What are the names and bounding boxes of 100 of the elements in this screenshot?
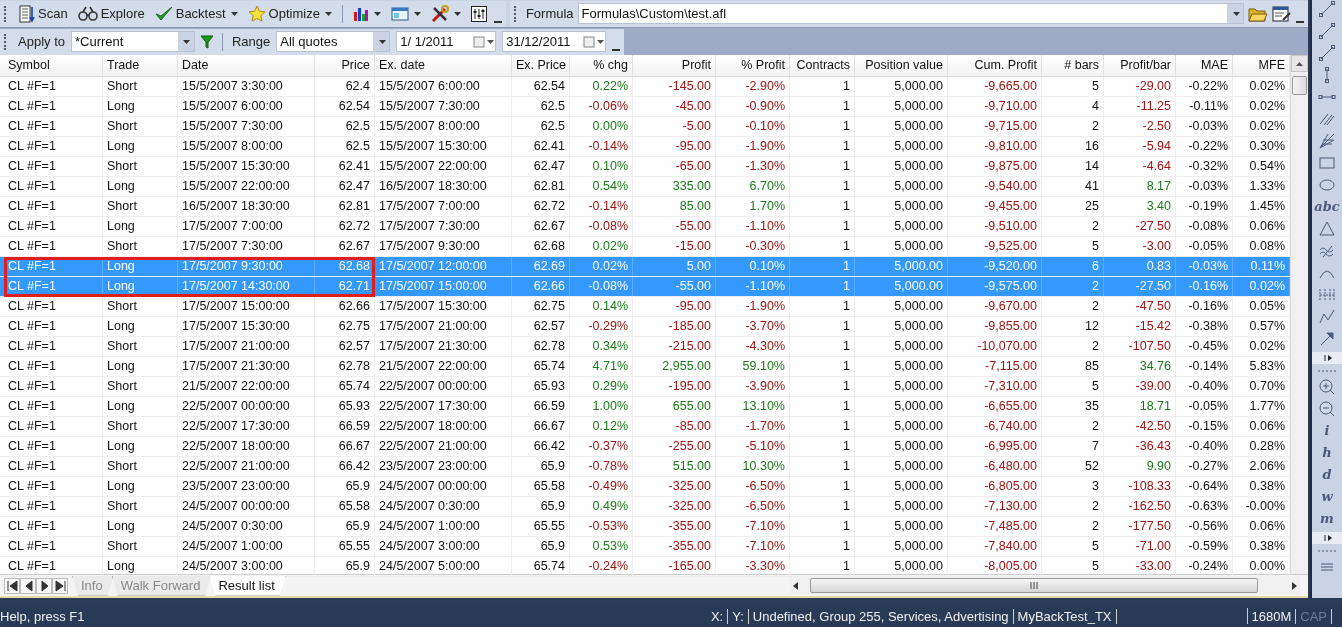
- table-row[interactable]: CL #F=1 Long 24/5/2007 0:30:00 65.9 24/5/2007 1:00:00 65.55 -0.53% -355.00 -7.10% 1 5,000.00 -7,485.00 2 -177.50 -0.56% 0.06%: [0, 517, 1290, 537]
- filter-icon[interactable]: [201, 34, 213, 49]
- table-row[interactable]: CL #F=1 Long 17/5/2007 15:30:00 62.75 17/5/2007 21:00:00 62.57 -0.29% -185.00 -3.70% 1 5,000.00 -9,855.00 12 -15.42 -0.38% 0.57%: [0, 317, 1290, 337]
- checkmark-icon: [154, 5, 173, 22]
- folder-icon[interactable]: [1248, 5, 1268, 22]
- table-row[interactable]: CL #F=1 Short 22/5/2007 21:00:00 66.42 23/5/2007 23:00:00 65.9 -0.78% 515.00 10.30% 1 5,000.00 -6,480.00 52 9.90 -0.27% 2.06%: [0, 457, 1290, 477]
- toolbar-button[interactable]: Scan: [16, 2, 71, 25]
- table-row[interactable]: CL #F=1 Long 15/5/2007 22:00:00 62.47 16/5/2007 18:30:00 62.81 0.54% 335.00 6.70% 1 5,000.00 -9,540.00 41 8.17 -0.03% 1.33%: [0, 177, 1290, 197]
- table-cell: CL #F=1: [4, 77, 103, 96]
- line-tool-icon[interactable]: [1318, 44, 1336, 62]
- horizontal-scrollbar[interactable]: [790, 577, 1300, 594]
- scroll-up-button[interactable]: [1291, 55, 1308, 72]
- column-header[interactable]: Profit: [633, 55, 716, 76]
- sheet-nav-button[interactable]: [20, 577, 36, 594]
- caret-icon[interactable]: [373, 11, 381, 16]
- calendar-icon[interactable]: [473, 35, 496, 48]
- drawing-tool[interactable]: d: [1322, 466, 1332, 484]
- table-row[interactable]: CL #F=1 Short 15/5/2007 15:30:00 62.41 15/5/2007 22:00:00 62.47 0.10% -65.00 -1.30% 1 5,000.00 -9,875.00 14 -4.64 -0.32% 0.54%: [0, 157, 1290, 177]
- table-row[interactable]: CL #F=1 Long 15/5/2007 8:00:00 62.5 15/5/2007 15:30:00 62.41 -0.14% -95.00 -1.90% 1 5,000.00 -9,810.00 16 -5.94 -0.22% 0.30%: [0, 137, 1290, 157]
- table-row[interactable]: CL #F=1 Short 16/5/2007 18:30:00 62.81 17/5/2007 7:00:00 62.72 -0.14% 85.00 1.70% 1 5,000.00 -9,455.00 25 3.40 -0.19% 1.45%: [0, 197, 1290, 217]
- toolbar-button[interactable]: Explore: [74, 3, 148, 24]
- table-row[interactable]: CL #F=1 Short 22/5/2007 17:30:00 66.59 22/5/2007 18:00:00 66.67 0.12% -85.00 -1.70% 1 5,000.00 -6,740.00 2 -42.50 -0.15% 0.06%: [0, 417, 1290, 437]
- caret-icon[interactable]: [378, 39, 386, 44]
- ellipse-icon[interactable]: [1318, 176, 1336, 194]
- table-row[interactable]: CL #F=1 Long 23/5/2007 23:00:00 65.9 24/5/2007 00:00:00 65.58 -0.49% -325.00 -6.50% 1 5,000.00 -6,805.00 3 -108.33 -0.64% 0.38%: [0, 477, 1290, 497]
- table-cell: 0.54%: [570, 177, 633, 196]
- table-cell: 5,000.00: [855, 437, 948, 456]
- line-tool-icon[interactable]: [1318, 22, 1336, 40]
- scroll-thumb[interactable]: [1292, 76, 1307, 95]
- column-header[interactable]: Trade: [103, 55, 178, 76]
- drawing-tool[interactable]: abc: [1314, 198, 1340, 216]
- from-date-field[interactable]: 1/ 1/2011: [396, 31, 497, 52]
- column-header[interactable]: Symbol: [4, 55, 103, 76]
- sheet-nav-button[interactable]: [36, 577, 52, 594]
- zigzag-icon[interactable]: [1318, 308, 1336, 326]
- edit-icon[interactable]: [1272, 4, 1292, 23]
- table-cell: 52: [1042, 457, 1104, 476]
- table-cell: Long: [103, 357, 178, 376]
- table-row[interactable]: CL #F=1 Short 24/5/2007 00:00:00 65.58 24/5/2007 0:30:00 65.9 0.49% -325.00 -6.50% 1 5,000.00 -7,130.00 2 -162.50 -0.63% -0.00%: [0, 497, 1290, 517]
- toolbar-button[interactable]: Optimize: [244, 2, 335, 25]
- table-row[interactable]: CL #F=1 Short 15/5/2007 7:30:00 62.5 15/5/2007 8:00:00 62.5 0.00% -5.00 -0.10% 1 5,000.00 -9,715.00 2 -2.50 -0.03% 0.02%: [0, 117, 1290, 137]
- drawing-tool[interactable]: i: [1324, 422, 1330, 440]
- drawing-tool[interactable]: h: [1322, 444, 1332, 462]
- column-header[interactable]: MAE: [1176, 55, 1233, 76]
- apply-to-dropdown[interactable]: *Current: [71, 31, 195, 52]
- calendar-icon[interactable]: [583, 35, 606, 48]
- table-cell: 15/5/2007 6:00:00: [178, 97, 315, 116]
- zoom-out-icon[interactable]: [1318, 400, 1336, 418]
- caret-icon[interactable]: [324, 11, 332, 16]
- table-row[interactable]: CL #F=1 Short 17/5/2007 15:00:00 62.66 17/5/2007 15:30:00 62.75 0.14% -95.00 -1.90% 1 5,000.00 -9,670.00 2 -47.50 -0.16% 0.05%: [0, 297, 1290, 317]
- column-header[interactable]: Contracts: [790, 55, 855, 76]
- zoom-in-icon[interactable]: [1318, 378, 1336, 396]
- triangle-icon[interactable]: [1318, 220, 1336, 238]
- caret-icon[interactable]: [453, 11, 461, 16]
- table-row[interactable]: CL #F=1 Long 17/5/2007 21:30:00 62.78 21/5/2007 22:00:00 65.74 4.71% 2,955.00 59.10% 1 5,000.00 -7,115.00 85 34.76 -0.14% 5.83%: [0, 357, 1290, 377]
- table-row[interactable]: CL #F=1 Long 17/5/2007 7:00:00 62.72 17/5/2007 7:30:00 62.67 -0.08% -55.00 -1.10% 1 5,000.00 -9,510.00 2 -27.50 -0.08% 0.06%: [0, 217, 1290, 237]
- table-row[interactable]: CL #F=1 Long 15/5/2007 6:00:00 62.54 15/5/2007 7:30:00 62.5 -0.06% -45.00 -0.90% 1 5,000.00 -9,710.00 4 -11.25 -0.11% 0.02%: [0, 97, 1290, 117]
- arrow-icon[interactable]: [1318, 330, 1336, 348]
- range-dropdown[interactable]: All quotes: [276, 31, 391, 52]
- grip-icon[interactable]: [1316, 548, 1338, 554]
- column-header[interactable]: # bars: [1042, 55, 1104, 76]
- column-header[interactable]: Price: [315, 55, 375, 76]
- table-row[interactable]: CL #F=1 Short 24/5/2007 1:00:00 65.55 24/5/2007 3:00:00 65.9 0.53% -355.00 -7.10% 1 5,000.00 -7,840.00 5 -71.00 -0.59% 0.38%: [0, 537, 1290, 557]
- table-row[interactable]: CL #F=1 Long 22/5/2007 18:00:00 66.67 22/5/2007 21:00:00 66.42 -0.37% -255.00 -5.10% 1 5,000.00 -6,995.00 7 -36.43 -0.40% 0.28%: [0, 437, 1290, 457]
- caret-icon[interactable]: [183, 39, 191, 44]
- fan-lines-icon[interactable]: [1318, 132, 1336, 150]
- toolbar-button[interactable]: Backtest: [151, 3, 241, 24]
- formula-field[interactable]: Formulas\Custom\test.afl: [577, 3, 1244, 24]
- sheet-nav-button[interactable]: [52, 577, 68, 594]
- column-header[interactable]: Cum. Profit: [948, 55, 1042, 76]
- table-row[interactable]: CL #F=1 Short 21/5/2007 22:00:00 65.74 22/5/2007 00:00:00 65.93 0.29% -195.00 -3.90% 1 5,000.00 -7,310.00 5 -39.00 -0.40% 0.70%: [0, 377, 1290, 397]
- table-cell: CL #F=1: [4, 397, 103, 416]
- column-header[interactable]: Profit/bar: [1104, 55, 1176, 76]
- column-header[interactable]: Ex. date: [375, 55, 512, 76]
- grip-icon[interactable]: [1316, 368, 1338, 374]
- table-row[interactable]: CL #F=1 Short 15/5/2007 3:30:00 62.4 15/5/2007 6:00:00 62.54 0.22% -145.00 -2.90% 1 5,000.00 -9,665.00 5 -29.00 -0.22% 0.02%: [0, 77, 1290, 97]
- expand-icon[interactable]: [1312, 352, 1342, 364]
- grip-icon[interactable]: [1030, 582, 1038, 589]
- table-cell: 65.9: [512, 497, 570, 516]
- column-header[interactable]: Position value: [855, 55, 948, 76]
- table-row[interactable]: CL #F=1 Short 17/5/2007 21:00:00 62.57 17/5/2007 21:30:00 62.78 0.34% -215.00 -4.30% 1 5,000.00 -10,070.00 2 -107.50 -0.45% 0.02%: [0, 337, 1290, 357]
- line-tool-icon[interactable]: [1318, 0, 1336, 18]
- expand-icon[interactable]: [1312, 532, 1342, 544]
- table-row[interactable]: CL #F=1 Long 22/5/2007 00:00:00 65.93 22/5/2007 17:30:00 66.59 1.00% 655.00 13.10% 1 5,000.00 -6,655.00 35 18.71 -0.05% 1.77%: [0, 397, 1290, 417]
- caret-icon[interactable]: [413, 11, 421, 16]
- sheet-tab[interactable]: Result list: [209, 575, 286, 596]
- sheet-nav-button[interactable]: [4, 577, 20, 594]
- column-header[interactable]: Date: [178, 55, 315, 76]
- to-date-field[interactable]: 31/12/2011: [502, 31, 607, 52]
- status-pane: Undefined, Group 255, Services, Advertising: [748, 608, 1014, 624]
- table-cell: -0.90%: [716, 97, 790, 116]
- drawing-tool[interactable]: w: [1321, 488, 1333, 506]
- table-cell: 22/5/2007 17:30:00: [375, 397, 512, 416]
- caret-icon[interactable]: [1232, 11, 1240, 16]
- drawing-tool[interactable]: m: [1320, 510, 1334, 528]
- column-header[interactable]: % Profit: [716, 55, 790, 76]
- table-cell: 1: [790, 177, 855, 196]
- column-header[interactable]: Ex. Price: [512, 55, 570, 76]
- column-header[interactable]: % chg: [570, 55, 633, 76]
- caret-icon[interactable]: [230, 11, 238, 16]
